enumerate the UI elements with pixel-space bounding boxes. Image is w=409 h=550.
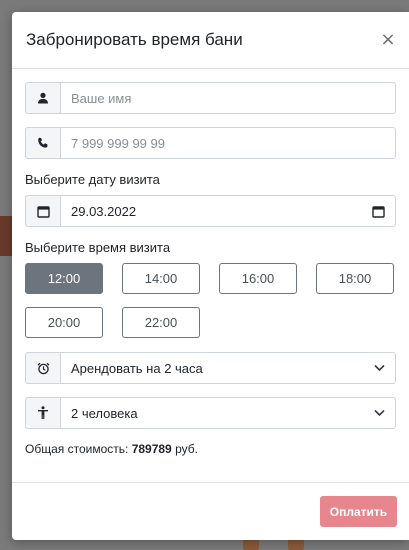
- date-input[interactable]: 29.03.2022: [60, 195, 396, 227]
- booking-modal: Забронировать время бани × Ваше имя 7 99…: [12, 12, 409, 540]
- time-slots: 12:00 14:00 16:00 18:00 20:00 22:00: [25, 263, 396, 338]
- time-slot-button[interactable]: 22:00: [122, 307, 200, 338]
- time-slot-button[interactable]: 20:00: [25, 307, 103, 338]
- modal-footer: Оплатить: [12, 482, 409, 540]
- total-label: Общая стоимость:: [25, 442, 129, 456]
- duration-select-group: Арендовать на 2 часа: [25, 352, 396, 384]
- person-icon: [25, 397, 60, 429]
- time-slot-button[interactable]: 14:00: [122, 263, 200, 294]
- guests-select[interactable]: 2 человека: [60, 397, 396, 429]
- modal-body: Ваше имя 7 999 999 99 99 Выберите дату в…: [12, 69, 409, 456]
- time-slot-button[interactable]: 18:00: [316, 263, 394, 294]
- date-input-group: 29.03.2022: [25, 195, 396, 227]
- time-label: Выберите время визита: [25, 240, 171, 255]
- total-currency: руб.: [175, 442, 198, 456]
- time-slot-button[interactable]: 12:00: [25, 263, 103, 294]
- calendar-picker-icon[interactable]: [372, 205, 385, 218]
- total-amount: 789789: [131, 442, 172, 456]
- chevron-down-icon: [374, 364, 385, 372]
- guests-select-group: 2 человека: [25, 397, 396, 429]
- name-input-group: Ваше имя: [25, 82, 396, 114]
- modal-title: Забронировать время бани: [26, 30, 243, 49]
- pay-button[interactable]: Оплатить: [320, 496, 397, 527]
- user-icon: [25, 82, 60, 114]
- duration-select[interactable]: Арендовать на 2 часа: [60, 352, 396, 384]
- phone-input-group: 7 999 999 99 99: [25, 127, 396, 159]
- close-button[interactable]: ×: [377, 28, 399, 50]
- date-label: Выберите дату визита: [25, 172, 160, 187]
- name-input[interactable]: Ваше имя: [60, 82, 396, 114]
- time-slot-button[interactable]: 16:00: [219, 263, 297, 294]
- alarm-clock-icon: [25, 352, 60, 384]
- phone-input[interactable]: 7 999 999 99 99: [60, 127, 396, 159]
- date-value: 29.03.2022: [71, 203, 137, 219]
- total-cost: Общая стоимость: 789789 руб.: [25, 442, 396, 456]
- chevron-down-icon: [374, 409, 385, 417]
- guests-value: 2 человека: [71, 405, 138, 421]
- calendar-icon: [25, 195, 60, 227]
- duration-value: Арендовать на 2 часа: [71, 360, 203, 376]
- modal-header: Забронировать время бани ×: [12, 12, 409, 69]
- phone-icon: [25, 127, 60, 159]
